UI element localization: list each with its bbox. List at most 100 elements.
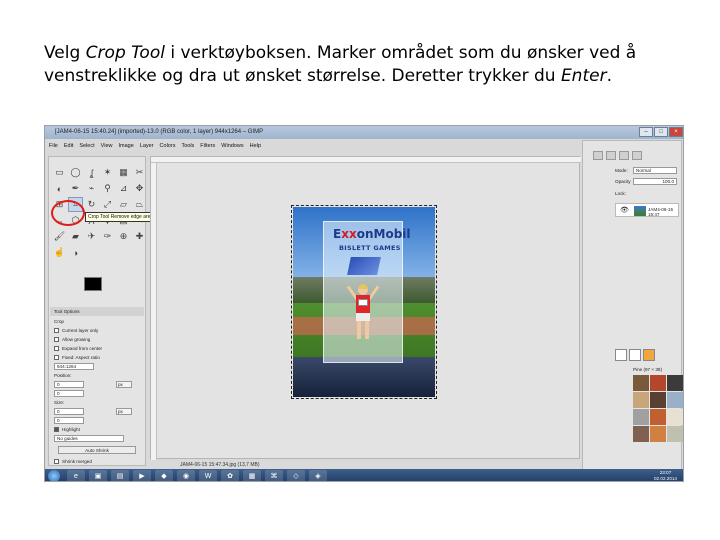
foreground-select-icon[interactable]: ◐ — [52, 181, 67, 196]
clone-icon[interactable]: ⊕ — [116, 229, 131, 244]
pattern-tile[interactable] — [650, 375, 666, 391]
firefox-icon[interactable]: ◉ — [177, 470, 195, 481]
aspect-ratio-input[interactable]: 944:1264 — [54, 363, 94, 370]
ie-icon[interactable]: e — [67, 470, 85, 481]
checkbox[interactable] — [54, 346, 59, 351]
heal-icon[interactable]: ✚ — [132, 229, 147, 244]
opacity-field[interactable]: 100.0 — [633, 178, 677, 185]
pdf-icon[interactable]: ⌘ — [265, 470, 283, 481]
layer-row[interactable]: 👁 JAM4-06-15 15:47 — [615, 203, 679, 217]
size-unit-select[interactable]: px — [116, 408, 132, 415]
taskbar-clock[interactable]: 23:07 02.02.2014 — [654, 470, 677, 481]
guides-select[interactable]: No guides — [54, 435, 124, 442]
menu-image[interactable]: Image — [118, 141, 133, 151]
menu-file[interactable]: File — [49, 141, 58, 151]
crop-selection-marquee[interactable] — [291, 205, 437, 399]
pattern-tile[interactable] — [633, 426, 649, 442]
word-icon[interactable]: W — [199, 470, 217, 481]
mode-select[interactable]: Normal — [633, 167, 677, 174]
expand-from-center-option[interactable]: Expand from center — [50, 344, 144, 353]
menu-colors[interactable]: Colors — [160, 141, 176, 151]
pattern-tile[interactable] — [667, 392, 683, 408]
free-select-icon[interactable]: ʆ — [84, 165, 99, 180]
color-swatches[interactable] — [84, 277, 114, 303]
explorer-icon[interactable]: ▣ — [89, 470, 107, 481]
current-layer-only-option[interactable]: Current layer only — [50, 326, 144, 335]
image-canvas[interactable]: ExxonMobil BISLETT GAMES — [150, 156, 581, 460]
start-button[interactable] — [48, 470, 60, 481]
rect-select-icon[interactable]: ▭ — [52, 165, 67, 180]
position-y-input[interactable]: 0 — [54, 390, 84, 397]
size-h-input[interactable]: 0 — [54, 417, 84, 424]
pattern-tile[interactable] — [667, 426, 683, 442]
allow-growing-option[interactable]: Allow growing — [50, 335, 144, 344]
position-x-input[interactable]: 0 — [54, 381, 84, 388]
size-w-input[interactable]: 0 — [54, 408, 84, 415]
fuzzy-select-icon[interactable]: ✶ — [100, 165, 115, 180]
checkbox[interactable] — [54, 427, 59, 432]
pattern-tile[interactable] — [633, 392, 649, 408]
menu-view[interactable]: View — [101, 141, 113, 151]
paths-icon[interactable]: ✒ — [68, 181, 83, 196]
color-picker-icon[interactable]: ⌁ — [84, 181, 99, 196]
menu-filters[interactable]: Filters — [200, 141, 215, 151]
paintbrush-icon[interactable]: 🖌 — [52, 229, 67, 244]
checkbox[interactable] — [54, 459, 59, 464]
pattern-tile[interactable] — [650, 426, 666, 442]
checkbox[interactable] — [54, 337, 59, 342]
move-icon[interactable]: ✥ — [132, 181, 147, 196]
media-player-icon[interactable]: ▶ — [133, 470, 151, 481]
layers-tab[interactable] — [593, 151, 603, 160]
perspective-icon[interactable]: ⏢ — [132, 197, 147, 212]
dropbox-icon[interactable]: ◆ — [155, 470, 173, 481]
ellipse-select-icon[interactable]: ◯ — [68, 165, 83, 180]
menu-tools[interactable]: Tools — [181, 141, 194, 151]
minimize-button[interactable]: – — [639, 127, 653, 137]
gimp-icon[interactable]: ✿ — [221, 470, 239, 481]
foreground-color[interactable] — [84, 277, 102, 291]
pattern-tile[interactable] — [667, 409, 683, 425]
smudge-icon[interactable]: ☝ — [52, 245, 67, 260]
eye-icon[interactable]: 👁 — [620, 206, 629, 214]
highlight-option[interactable]: Highlight — [50, 425, 144, 434]
menu-help[interactable]: Help — [250, 141, 261, 151]
maximize-button[interactable]: □ — [654, 127, 668, 137]
photo-viewer-icon[interactable]: ▦ — [243, 470, 261, 481]
app-icon[interactable]: ◈ — [309, 470, 327, 481]
pattern-tile[interactable] — [667, 375, 683, 391]
fixed-aspect-option[interactable]: Fixed: Aspect ratio — [50, 353, 144, 362]
position-unit-select[interactable]: px — [116, 381, 132, 388]
shear-icon[interactable]: ▱ — [116, 197, 131, 212]
app-icon[interactable]: ◇ — [287, 470, 305, 481]
close-button[interactable]: × — [669, 127, 683, 137]
eraser-icon[interactable]: ▰ — [68, 229, 83, 244]
ink-icon[interactable]: ✑ — [100, 229, 115, 244]
menu-edit[interactable]: Edit — [64, 141, 73, 151]
pattern-tile[interactable] — [633, 375, 649, 391]
pattern-tile[interactable] — [650, 409, 666, 425]
undo-tab[interactable] — [632, 151, 642, 160]
brush-swatch[interactable] — [615, 349, 627, 361]
auto-shrink-button[interactable]: Auto Shrink — [58, 446, 136, 454]
tool-options-tab[interactable]: Tool Options — [50, 307, 144, 316]
pattern-swatch[interactable] — [629, 349, 641, 361]
checkbox[interactable] — [54, 355, 59, 360]
measure-icon[interactable]: ⊿ — [116, 181, 131, 196]
folder-icon[interactable]: ▤ — [111, 470, 129, 481]
menu-layer[interactable]: Layer — [140, 141, 154, 151]
pattern-tile[interactable] — [650, 392, 666, 408]
scale-icon[interactable]: ⤢ — [100, 197, 115, 212]
scissors-icon[interactable]: ✂ — [132, 165, 147, 180]
gradient-swatch[interactable] — [643, 349, 655, 361]
pattern-tile[interactable] — [633, 409, 649, 425]
color-select-icon[interactable]: ▦ — [116, 165, 131, 180]
airbrush-icon[interactable]: ✈ — [84, 229, 99, 244]
shrink-merged-option[interactable]: Shrink merged — [50, 457, 144, 466]
channels-tab[interactable] — [606, 151, 616, 160]
checkbox[interactable] — [54, 328, 59, 333]
menu-select[interactable]: Select — [79, 141, 94, 151]
rotate-icon[interactable]: ↻ — [84, 197, 99, 212]
paths-tab[interactable] — [619, 151, 629, 160]
menu-windows[interactable]: Windows — [221, 141, 243, 151]
dodge-burn-icon[interactable]: ◑ — [68, 245, 83, 260]
